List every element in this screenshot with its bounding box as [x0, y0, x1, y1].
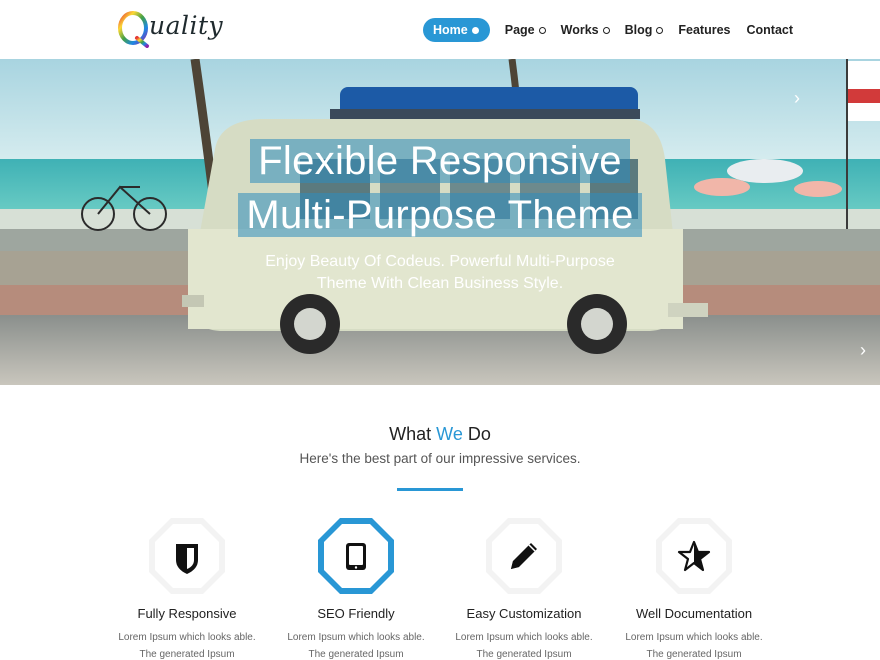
service-card-customization: Easy Customization Lorem Ipsum which loo… — [434, 516, 614, 660]
dropdown-icon — [538, 26, 546, 34]
hero-title-text: Multi-Purpose Theme — [238, 193, 642, 237]
services-heading-part2: Do — [467, 424, 491, 444]
service-icon-frame[interactable] — [316, 516, 396, 596]
service-card-seo: SEO Friendly Lorem Ipsum which looks abl… — [266, 516, 446, 660]
service-card-responsive: Fully Responsive Lorem Ipsum which looks… — [97, 516, 277, 660]
section-divider — [397, 488, 463, 491]
main-nav: Home Page Works Blog Features Contact — [423, 18, 793, 42]
services-heading-part1: What — [389, 424, 432, 444]
service-title: Well Documentation — [635, 606, 753, 621]
service-title: SEO Friendly — [317, 606, 395, 621]
services-heading: What We Do — [0, 424, 880, 445]
nav-item-home[interactable]: Home — [423, 18, 490, 42]
nav-item-blog[interactable]: Blog — [625, 18, 664, 42]
tablet-icon — [346, 543, 366, 570]
nav-label: Contact — [746, 23, 794, 37]
hero-title-line-2: Multi-Purpose Theme — [0, 193, 880, 238]
hero-title-line-1: Flexible Responsive — [0, 139, 880, 184]
services-subheading: Here's the best part of our impressive s… — [299, 451, 581, 466]
nav-label: Works — [560, 23, 599, 37]
slider-next-arrow-icon[interactable]: › — [794, 89, 812, 107]
shield-icon — [176, 544, 198, 574]
site-logo[interactable]: uality — [117, 8, 223, 52]
dropdown-icon — [602, 26, 610, 34]
dropdown-icon — [471, 26, 479, 34]
nav-item-works[interactable]: Works — [561, 18, 610, 42]
site-header: uality Home Page Works Blog Features Con… — [0, 0, 880, 59]
hero-title-text: Flexible Responsive — [250, 139, 630, 183]
service-text: Lorem Ipsum which looks able. The genera… — [287, 632, 425, 660]
service-icon-frame[interactable] — [484, 516, 564, 596]
service-text: Lorem Ipsum which looks able. The genera… — [118, 632, 256, 660]
logo-q-mark — [118, 11, 149, 48]
service-title: Fully Responsive — [137, 606, 237, 621]
service-text: Lorem Ipsum which looks able. The genera… — [625, 632, 763, 660]
nav-label: Page — [504, 23, 535, 37]
hero-slider: Flexible Responsive Multi-Purpose Theme … — [0, 59, 880, 385]
services-heading-accent: We — [436, 424, 463, 444]
service-icon-frame[interactable] — [147, 516, 227, 596]
service-icon-frame[interactable] — [654, 516, 734, 596]
pencil-icon — [511, 543, 537, 569]
nav-item-contact[interactable]: Contact — [747, 18, 794, 42]
nav-label: Home — [433, 23, 468, 37]
nav-label: Features — [678, 23, 731, 37]
nav-item-features[interactable]: Features — [678, 18, 730, 42]
service-title: Easy Customization — [466, 606, 582, 621]
hero-subtitle: Enjoy Beauty Of Codeus. Powerful Multi-P… — [265, 253, 615, 292]
nav-item-page[interactable]: Page — [505, 18, 546, 42]
logo-text: uality — [149, 11, 224, 40]
dropdown-icon — [656, 26, 664, 34]
service-card-documentation: Well Documentation Lorem Ipsum which loo… — [604, 516, 784, 660]
nav-label: Blog — [624, 23, 653, 37]
service-text: Lorem Ipsum which looks able. The genera… — [455, 632, 593, 660]
slider-next-arrow-bottom-icon[interactable]: › — [860, 341, 878, 359]
star-icon — [677, 540, 711, 572]
